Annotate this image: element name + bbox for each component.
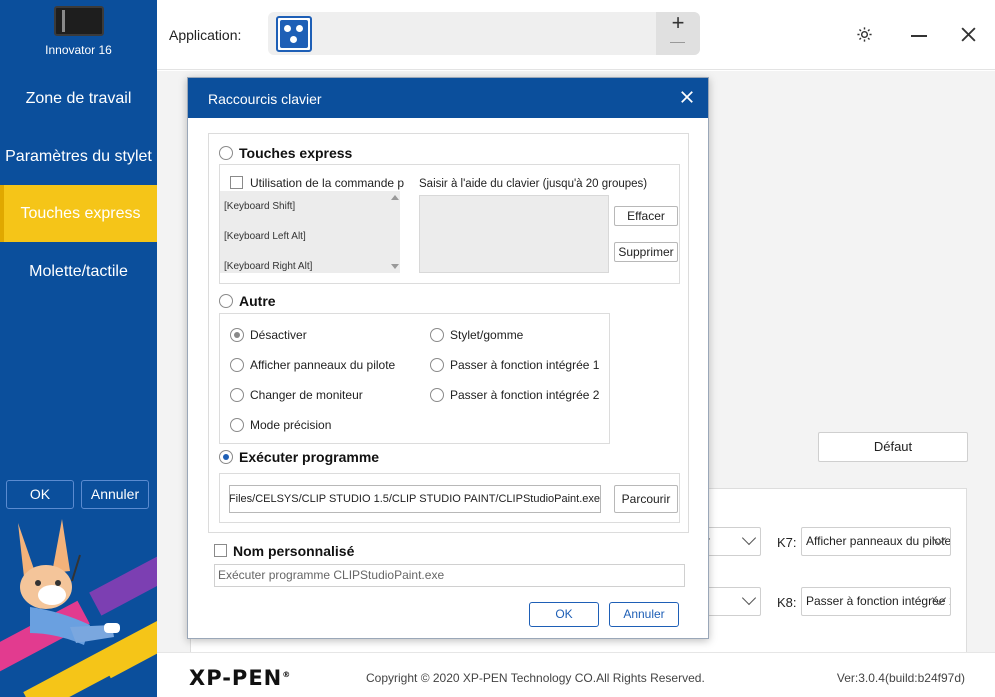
k8-label: K8:	[777, 595, 797, 610]
disable-radio[interactable]	[230, 328, 244, 342]
list-item[interactable]: [Keyboard Right Alt]	[224, 261, 312, 272]
sidebar-item-work-area[interactable]: Zone de travail	[0, 70, 157, 127]
keyboard-input-label: Saisir à l'aide du clavier (jusqu'à 20 g…	[419, 178, 648, 190]
remove-app-button[interactable]	[670, 42, 685, 43]
custom-name-checkbox[interactable]	[214, 544, 227, 557]
program-path-field[interactable]: C:/Program Files/CELSYS/CLIP STUDIO 1.5/…	[229, 485, 601, 513]
command-checkbox-label: Utilisation de la commande p	[250, 176, 405, 190]
run-program-box: C:/Program Files/CELSYS/CLIP STUDIO 1.5/…	[219, 473, 680, 523]
sidebar: Innovator 16 Zone de travail Paramètres …	[0, 0, 157, 697]
other-label: Autre	[239, 293, 276, 309]
close-icon[interactable]	[960, 26, 977, 43]
other-options-box: Désactiver Stylet/gomme Afficher panneau…	[219, 313, 610, 444]
show-panels-label: Afficher panneaux du pilote	[250, 358, 396, 372]
dialog-close-icon[interactable]	[680, 90, 694, 104]
scroll-up-icon[interactable]	[391, 195, 399, 200]
chevron-down-icon	[741, 590, 757, 606]
k8-dropdown[interactable]: Passer à fonction intégrée 1	[801, 587, 951, 616]
dialog-header: Raccourcis clavier	[188, 78, 708, 118]
run-program-radio[interactable]	[219, 450, 233, 464]
change-monitor-radio[interactable]	[230, 388, 244, 402]
sidebar-item-express-keys[interactable]: Touches express	[0, 185, 157, 242]
key-dropdown[interactable]	[701, 587, 761, 616]
list-item[interactable]: [Keyboard Shift]	[224, 201, 295, 212]
version-text: Ver:3.0.4(build:b24f97d)	[836, 671, 965, 685]
k7-label: K7:	[777, 535, 797, 550]
dialog-title: Raccourcis clavier	[208, 91, 322, 107]
key-dropdown[interactable]: r	[701, 527, 761, 556]
delete-button[interactable]: Supprimer	[614, 242, 678, 262]
tablet-icon	[53, 6, 104, 36]
logo-text: XP-PEN	[189, 666, 283, 690]
sidebar-item-wheel-touch[interactable]: Molette/tactile	[0, 243, 157, 300]
express-keys-label: Touches express	[239, 145, 353, 161]
key-list[interactable]: [Keyboard Shift] [Keyboard Left Alt] [Ke…	[220, 191, 400, 273]
command-checkbox[interactable]	[230, 176, 243, 189]
switch-builtin-2-radio[interactable]	[430, 388, 444, 402]
scroll-down-icon[interactable]	[391, 264, 399, 269]
sidebar-ok-button[interactable]: OK	[6, 480, 74, 509]
list-item[interactable]: [Keyboard Left Alt]	[224, 231, 306, 242]
dialog-cancel-button[interactable]: Annuler	[609, 602, 679, 627]
device-info: Innovator 16	[0, 6, 157, 57]
run-program-label: Exécuter programme	[239, 449, 380, 465]
keyboard-shortcuts-dialog: Raccourcis clavier Touches express Utili…	[187, 77, 709, 639]
k7-dropdown[interactable]: Afficher panneaux du pilote	[801, 527, 951, 556]
application-selector: +	[268, 12, 700, 55]
default-button[interactable]: Défaut	[818, 432, 968, 462]
disable-label: Désactiver	[250, 328, 307, 342]
gear-icon[interactable]	[856, 26, 873, 43]
pen-eraser-label: Stylet/gomme	[450, 328, 524, 342]
other-radio[interactable]	[219, 294, 233, 308]
express-keys-box: Utilisation de la commande p [Keyboard S…	[219, 164, 680, 284]
precision-mode-radio[interactable]	[230, 418, 244, 432]
all-apps-icon[interactable]	[276, 16, 312, 52]
chevron-down-icon	[741, 530, 757, 546]
switch-builtin-2-label: Passer à fonction intégrée 2	[450, 388, 600, 402]
footer: XP-PEN® Copyright © 2020 XP-PEN Technolo…	[157, 652, 995, 697]
custom-name-label: Nom personnalisé	[233, 543, 355, 559]
app-add-remove: +	[656, 12, 700, 55]
sidebar-cancel-button[interactable]: Annuler	[81, 480, 149, 509]
top-bar: Application: +	[157, 0, 995, 70]
precision-mode-label: Mode précision	[250, 418, 332, 432]
k7-dropdown-value: Afficher panneaux du pilote	[806, 534, 951, 548]
switch-builtin-1-radio[interactable]	[430, 358, 444, 372]
device-name: Innovator 16	[45, 43, 112, 57]
copyright-text: Copyright © 2020 XP-PEN Technology CO.Al…	[366, 671, 705, 685]
sidebar-item-pen-settings[interactable]: Paramètres du stylet	[0, 128, 157, 185]
k8-dropdown-value: Passer à fonction intégrée 1	[806, 594, 951, 608]
change-monitor-label: Changer de moniteur	[250, 388, 363, 402]
application-label: Application:	[169, 27, 242, 43]
browse-button[interactable]: Parcourir	[614, 485, 678, 513]
xp-pen-logo: XP-PEN®	[189, 666, 292, 690]
clear-button[interactable]: Effacer	[614, 206, 678, 226]
express-keys-radio[interactable]	[219, 146, 233, 160]
show-panels-radio[interactable]	[230, 358, 244, 372]
mascot-illustration	[0, 515, 157, 697]
dialog-ok-button[interactable]: OK	[529, 602, 599, 627]
custom-name-field[interactable]: Exécuter programme CLIPStudioPaint.exe	[214, 564, 685, 587]
minimize-icon[interactable]	[911, 35, 927, 37]
switch-builtin-1-label: Passer à fonction intégrée 1	[450, 358, 600, 372]
keyboard-input-area[interactable]	[419, 195, 609, 273]
action-group: Touches express Utilisation de la comman…	[208, 133, 689, 533]
add-app-button[interactable]: +	[656, 12, 700, 34]
pen-eraser-radio[interactable]	[430, 328, 444, 342]
